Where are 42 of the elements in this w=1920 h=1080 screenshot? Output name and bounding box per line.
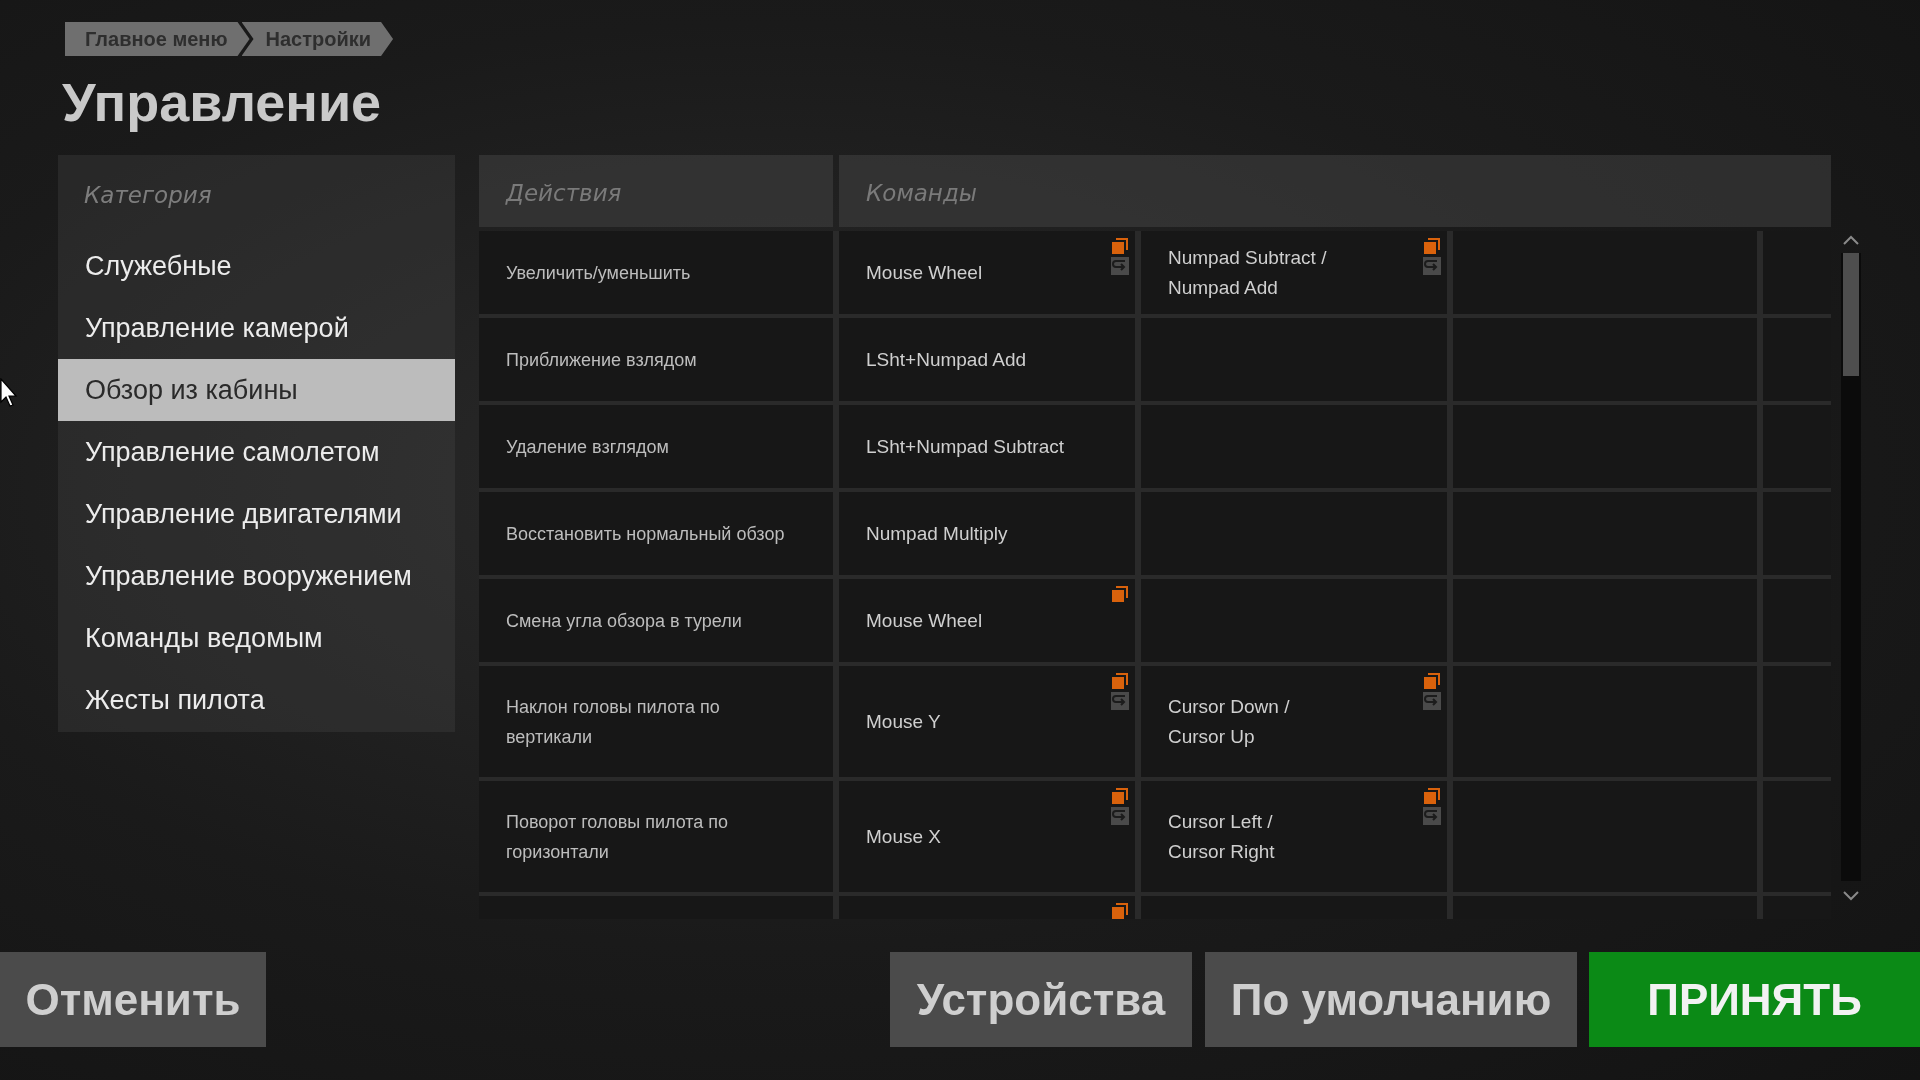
accept-button[interactable]: ПРИНЯТЬ (1589, 952, 1920, 1047)
copy-icon[interactable] (1423, 787, 1441, 805)
key-binding[interactable]: Mouse X (866, 821, 941, 852)
category-item[interactable]: Служебные (58, 235, 455, 297)
scrollbar[interactable] (1841, 253, 1861, 881)
column-header: Команды (839, 155, 1831, 227)
copy-icon[interactable] (1111, 585, 1129, 603)
action-label: Удаление взглядом (506, 435, 669, 459)
copy-icon[interactable] (1423, 237, 1441, 255)
scroll-down-icon[interactable] (1843, 891, 1859, 901)
copy-icon[interactable] (1111, 237, 1129, 255)
footer-button[interactable]: По умолчанию (1205, 952, 1577, 1047)
copy-icon[interactable] (1111, 787, 1129, 805)
category-item[interactable]: Управление камерой (58, 297, 455, 359)
column-header: Действия (479, 155, 833, 227)
category-item[interactable]: Команды ведомым (58, 607, 455, 669)
action-label: Поворот головы пилота по горизонтали (506, 810, 730, 864)
category-item[interactable]: Обзор из кабины (58, 359, 455, 421)
scrollbar-thumb[interactable] (1843, 253, 1859, 376)
action-label: Смена угла обзора в турели (506, 609, 742, 633)
category-header: Категория (83, 181, 213, 210)
key-binding[interactable]: Mouse Y (866, 706, 941, 737)
copy-icon[interactable] (1111, 672, 1129, 690)
action-label: Приближение взлядом (506, 348, 697, 372)
category-item[interactable]: Управление вооружением (58, 545, 455, 607)
key-binding[interactable]: Numpad Multiply (866, 518, 1008, 549)
category-item[interactable]: Управление самолетом (58, 421, 455, 483)
footer-button[interactable]: Отменить (0, 952, 266, 1047)
key-binding[interactable]: Mouse Wheel (866, 257, 983, 288)
command-cell[interactable] (839, 896, 1135, 919)
copy-icon[interactable] (1111, 902, 1129, 919)
mouse-cursor-icon (0, 378, 20, 408)
action-label: Восстановить нормальный обзор (506, 522, 785, 546)
action-label: Увеличить/уменьшить (506, 261, 691, 285)
action-label: Наклон головы пилота по вертикали (506, 695, 721, 749)
footer-button[interactable]: Устройства (890, 952, 1192, 1047)
category-item[interactable]: Управление двигателями (58, 483, 455, 545)
copy-icon[interactable] (1423, 672, 1441, 690)
category-item[interactable]: Жесты пилота (58, 669, 455, 731)
page-title: Управление (62, 71, 383, 134)
key-binding[interactable]: Mouse Wheel (866, 605, 983, 636)
scroll-up-icon[interactable] (1843, 235, 1859, 245)
